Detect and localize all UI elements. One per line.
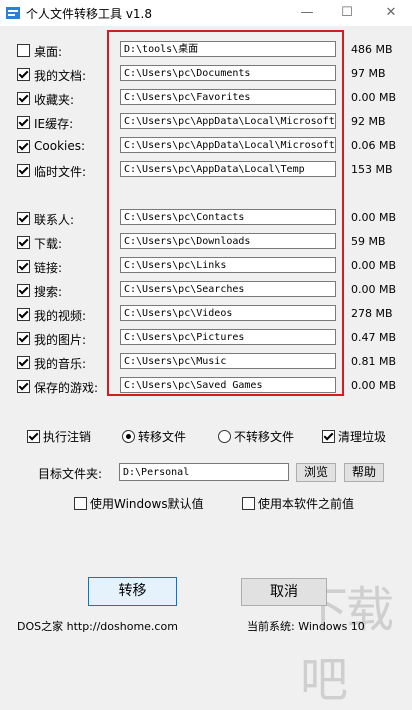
- folder-size: 0.00 MB: [351, 211, 397, 224]
- folder-label: 桌面:: [34, 45, 63, 59]
- use-windows-default-checkbox[interactable]: [74, 497, 87, 510]
- folder-label: 联系人:: [34, 213, 75, 227]
- folder-checkbox[interactable]: [17, 140, 30, 153]
- folder-checkbox[interactable]: [17, 92, 30, 105]
- folder-size: 0.81 MB: [351, 355, 397, 368]
- clean-junk-checkbox[interactable]: [322, 430, 335, 443]
- folder-checkbox[interactable]: [17, 116, 30, 129]
- folder-size: 153 MB: [351, 163, 393, 176]
- footer-site: DOS之家 http://doshome.com: [17, 620, 178, 633]
- highlight-box: [107, 30, 344, 396]
- folder-label: 我的音乐:: [34, 357, 87, 371]
- transfer-files-radio[interactable]: [122, 430, 135, 443]
- folder-size: 0.00 MB: [351, 283, 397, 296]
- folder-checkbox[interactable]: [17, 284, 30, 297]
- folder-checkbox[interactable]: [17, 236, 30, 249]
- folder-label: Cookies:: [34, 139, 86, 153]
- no-transfer-files-label: 不转移文件: [234, 430, 295, 444]
- use-previous-checkbox[interactable]: [242, 497, 255, 510]
- folder-size: 0.00 MB: [351, 91, 397, 104]
- help-button[interactable]: 帮助: [344, 463, 384, 482]
- folder-checkbox[interactable]: [17, 380, 30, 393]
- no-transfer-files-radio[interactable]: [218, 430, 231, 443]
- folder-checkbox[interactable]: [17, 332, 30, 345]
- close-button[interactable]: ✕: [380, 4, 402, 22]
- folder-label: 临时文件:: [34, 165, 87, 179]
- folder-checkbox[interactable]: [17, 356, 30, 369]
- folder-checkbox[interactable]: [17, 44, 30, 57]
- target-folder-label: 目标文件夹:: [38, 467, 103, 481]
- folder-size: 0.00 MB: [351, 379, 397, 392]
- folder-size: 97 MB: [351, 67, 386, 80]
- window-title: 个人文件转移工具 v1.8: [26, 7, 153, 21]
- browse-button[interactable]: 浏览: [296, 463, 336, 482]
- folder-size: 0.06 MB: [351, 139, 397, 152]
- execute-logoff-label: 执行注销: [43, 430, 92, 444]
- folder-label: 链接:: [34, 261, 63, 275]
- folder-label: 搜索:: [34, 285, 63, 299]
- folder-label: 下载:: [34, 237, 63, 251]
- folder-label: 我的图片:: [34, 333, 87, 347]
- folder-size: 0.00 MB: [351, 259, 397, 272]
- use-previous-label: 使用本软件之前值: [258, 497, 355, 511]
- transfer-files-label: 转移文件: [138, 430, 187, 444]
- folder-size: 278 MB: [351, 307, 393, 320]
- clean-junk-label: 清理垃圾: [338, 430, 387, 444]
- cancel-button[interactable]: 取消: [241, 578, 327, 606]
- folder-size: 0.47 MB: [351, 331, 397, 344]
- folder-label: 我的文档:: [34, 69, 87, 83]
- use-windows-default-label: 使用Windows默认值: [90, 497, 204, 511]
- minimize-button[interactable]: —: [296, 4, 318, 22]
- folder-size: 92 MB: [351, 115, 386, 128]
- title-bar: 个人文件转移工具 v1.8 — ☐ ✕: [0, 0, 412, 26]
- execute-logoff-checkbox[interactable]: [27, 430, 40, 443]
- app-icon: [6, 7, 20, 19]
- folder-checkbox[interactable]: [17, 212, 30, 225]
- folder-label: 收藏夹:: [34, 93, 75, 107]
- folder-checkbox[interactable]: [17, 308, 30, 321]
- folder-label: IE缓存:: [34, 117, 74, 131]
- transfer-button[interactable]: 转移: [88, 577, 177, 606]
- folder-checkbox[interactable]: [17, 260, 30, 273]
- folder-checkbox[interactable]: [17, 68, 30, 81]
- folder-size: 59 MB: [351, 235, 386, 248]
- folder-label: 保存的游戏:: [34, 381, 99, 395]
- target-folder-input[interactable]: D:\Personal: [119, 463, 289, 481]
- folder-size: 486 MB: [351, 43, 393, 56]
- footer-system: 当前系统: Windows 10: [247, 620, 365, 633]
- maximize-button[interactable]: ☐: [336, 4, 358, 22]
- folder-checkbox[interactable]: [17, 164, 30, 177]
- folder-label: 我的视频:: [34, 309, 87, 323]
